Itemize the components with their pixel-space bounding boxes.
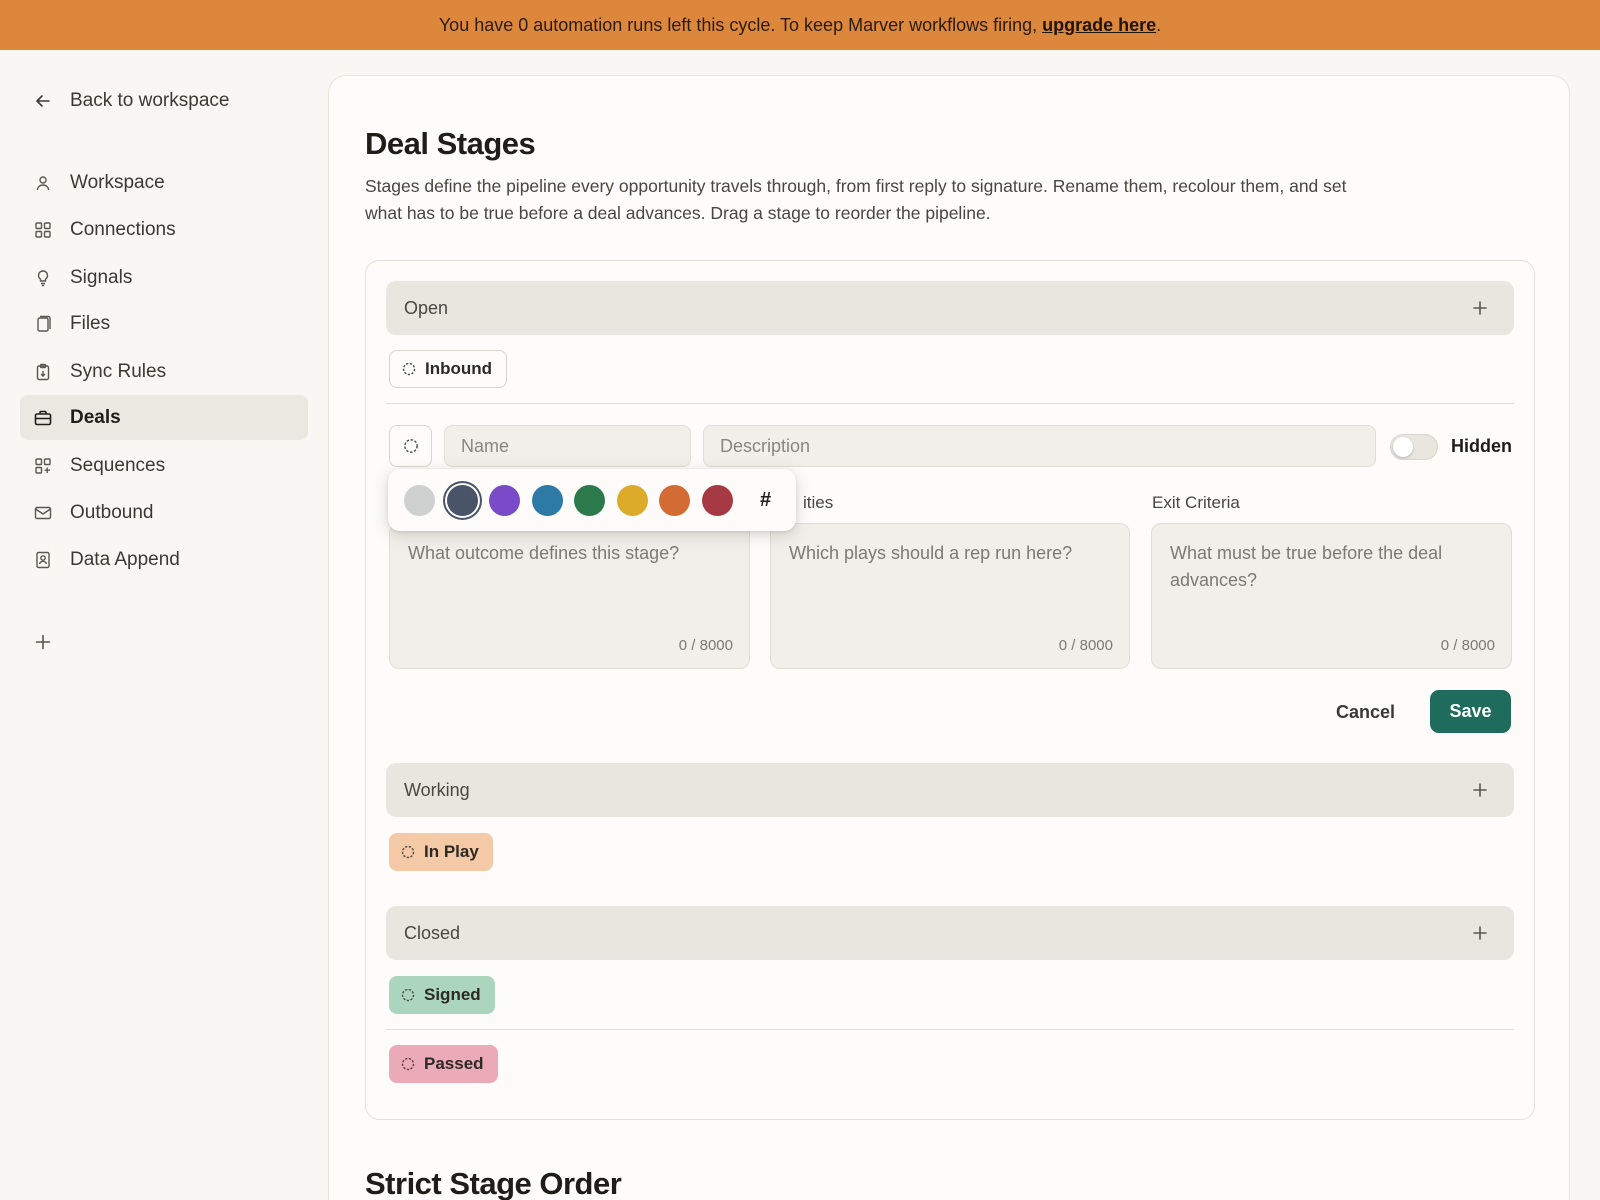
cancel-button[interactable]: Cancel bbox=[1322, 691, 1409, 733]
sidebar-item-files[interactable]: Files bbox=[20, 301, 308, 346]
sidebar-item-sequences[interactable]: Sequences bbox=[20, 443, 308, 488]
color-swatch-orange[interactable] bbox=[659, 484, 690, 516]
add-stage-button[interactable] bbox=[1472, 782, 1488, 798]
color-swatch-purple[interactable] bbox=[489, 484, 520, 516]
char-counter: 0 / 8000 bbox=[1440, 637, 1495, 654]
sidebar-item-label: Signals bbox=[70, 266, 133, 288]
divider bbox=[386, 403, 1514, 404]
arrow-left-icon bbox=[36, 95, 50, 107]
activities-label: ities bbox=[803, 493, 834, 512]
contact-icon bbox=[36, 551, 50, 568]
banner-text: You have 0 automation runs left this cyc… bbox=[438, 14, 1038, 35]
sidebar-item-label: Workspace bbox=[70, 171, 165, 193]
color-palette-popover: # bbox=[388, 469, 796, 531]
exit-criteria-field[interactable]: 0 / 8000 bbox=[1151, 523, 1512, 669]
group-name: Working bbox=[404, 779, 470, 800]
back-to-workspace-link[interactable]: Back to workspace bbox=[34, 90, 229, 112]
color-swatch-gray[interactable] bbox=[404, 484, 435, 516]
back-label: Back to workspace bbox=[70, 90, 230, 111]
group-name: Closed bbox=[404, 922, 461, 943]
sidebar-item-label: Connections bbox=[70, 218, 176, 240]
dashed-circle-icon bbox=[402, 362, 416, 376]
sidebar-item-label: Sync Rules bbox=[70, 360, 167, 382]
user-icon bbox=[36, 175, 50, 190]
mail-icon bbox=[34, 506, 52, 519]
upgrade-link[interactable]: upgrade here bbox=[1042, 15, 1156, 36]
plus-icon bbox=[1473, 926, 1487, 940]
save-button[interactable]: Save bbox=[1430, 690, 1511, 733]
dashed-circle-icon bbox=[401, 1057, 415, 1071]
sidebar-item-signals[interactable]: Signals bbox=[20, 255, 308, 300]
char-counter: 0 / 8000 bbox=[1058, 637, 1113, 654]
upgrade-banner: You have 0 automation runs left this cyc… bbox=[0, 0, 1600, 50]
toggle-knob bbox=[1393, 437, 1413, 457]
plus-icon bbox=[1473, 301, 1487, 315]
color-swatch-blue[interactable] bbox=[531, 484, 563, 516]
stage-name-input[interactable] bbox=[444, 425, 691, 467]
sidebar: Back to workspace Workspace Connections … bbox=[0, 50, 322, 1200]
exit-criteria-label: Exit Criteria bbox=[1152, 493, 1240, 512]
stage-chip-passed[interactable]: Passed bbox=[389, 1045, 498, 1083]
color-swatch-green[interactable] bbox=[574, 484, 605, 516]
stage-label: Signed bbox=[424, 985, 481, 1004]
sidebar-item-connections[interactable]: Connections bbox=[20, 207, 308, 252]
hidden-label: Hidden bbox=[1451, 436, 1512, 456]
plus-icon bbox=[35, 634, 51, 650]
color-swatch-slate[interactable] bbox=[446, 484, 478, 516]
sidebar-item-deals[interactable]: Deals bbox=[20, 395, 308, 440]
stage-description-input[interactable] bbox=[703, 425, 1376, 467]
group-name: Open bbox=[404, 297, 449, 318]
banner-suffix: . bbox=[1156, 14, 1162, 35]
color-swatch-red[interactable] bbox=[701, 484, 733, 516]
sidebar-item-label: Deals bbox=[70, 406, 121, 428]
sidebar-item-label: Outbound bbox=[70, 501, 154, 523]
section-title-strict-stage-order: Strict Stage Order bbox=[365, 1166, 622, 1200]
clipboard-icon bbox=[36, 363, 50, 380]
lightbulb-icon bbox=[37, 269, 49, 286]
stage-label: Passed bbox=[424, 1054, 484, 1073]
group-header-closed[interactable]: Closed bbox=[386, 906, 1514, 960]
outcome-field[interactable]: 0 / 8000 bbox=[389, 523, 750, 669]
stage-label: Inbound bbox=[425, 359, 493, 378]
sidebar-item-label: Data Append bbox=[70, 548, 180, 570]
add-nav-item-button[interactable] bbox=[34, 633, 52, 656]
activities-field[interactable]: 0 / 8000 bbox=[770, 523, 1130, 669]
sidebar-item-label: Files bbox=[70, 312, 111, 334]
divider bbox=[386, 1029, 1514, 1030]
hidden-toggle[interactable] bbox=[1390, 434, 1438, 460]
sidebar-item-workspace[interactable]: Workspace bbox=[20, 160, 308, 205]
group-header-open[interactable]: Open bbox=[386, 281, 1514, 335]
char-counter: 0 / 8000 bbox=[678, 637, 733, 654]
sidebar-item-data-append[interactable]: Data Append bbox=[20, 537, 308, 582]
color-swatch-yellow[interactable] bbox=[616, 484, 648, 516]
stage-chip-signed[interactable]: Signed bbox=[389, 976, 495, 1014]
stage-chip-in-play[interactable]: In Play bbox=[389, 833, 493, 871]
briefcase-icon bbox=[34, 410, 52, 425]
dashed-circle-icon bbox=[401, 845, 415, 859]
page-description: Stages define the pipeline every opportu… bbox=[365, 176, 1347, 223]
add-stage-button[interactable] bbox=[1472, 300, 1488, 316]
stage-chip-inbound[interactable]: Inbound bbox=[389, 350, 508, 388]
stages-card: Open Inbound Hidden ities Exit Criteria … bbox=[365, 260, 1535, 1120]
dashed-circle-icon bbox=[403, 439, 418, 453]
sidebar-item-sync-rules[interactable]: Sync Rules bbox=[20, 349, 308, 394]
add-stage-button[interactable] bbox=[1472, 925, 1488, 941]
sequence-grid-icon bbox=[35, 457, 51, 474]
stage-color-button[interactable] bbox=[389, 425, 432, 467]
custom-color-button[interactable]: # bbox=[760, 489, 771, 512]
page-title: Deal Stages bbox=[365, 126, 536, 161]
grid-icon bbox=[35, 221, 51, 238]
sidebar-item-label: Sequences bbox=[70, 454, 166, 476]
sidebar-item-outbound[interactable]: Outbound bbox=[20, 490, 308, 535]
main-panel: Deal Stages Stages define the pipeline e… bbox=[328, 75, 1570, 1200]
group-header-working[interactable]: Working bbox=[386, 763, 1514, 817]
files-icon bbox=[37, 315, 51, 332]
plus-icon bbox=[1473, 783, 1487, 797]
stage-label: In Play bbox=[424, 842, 479, 861]
dashed-circle-icon bbox=[401, 988, 415, 1002]
